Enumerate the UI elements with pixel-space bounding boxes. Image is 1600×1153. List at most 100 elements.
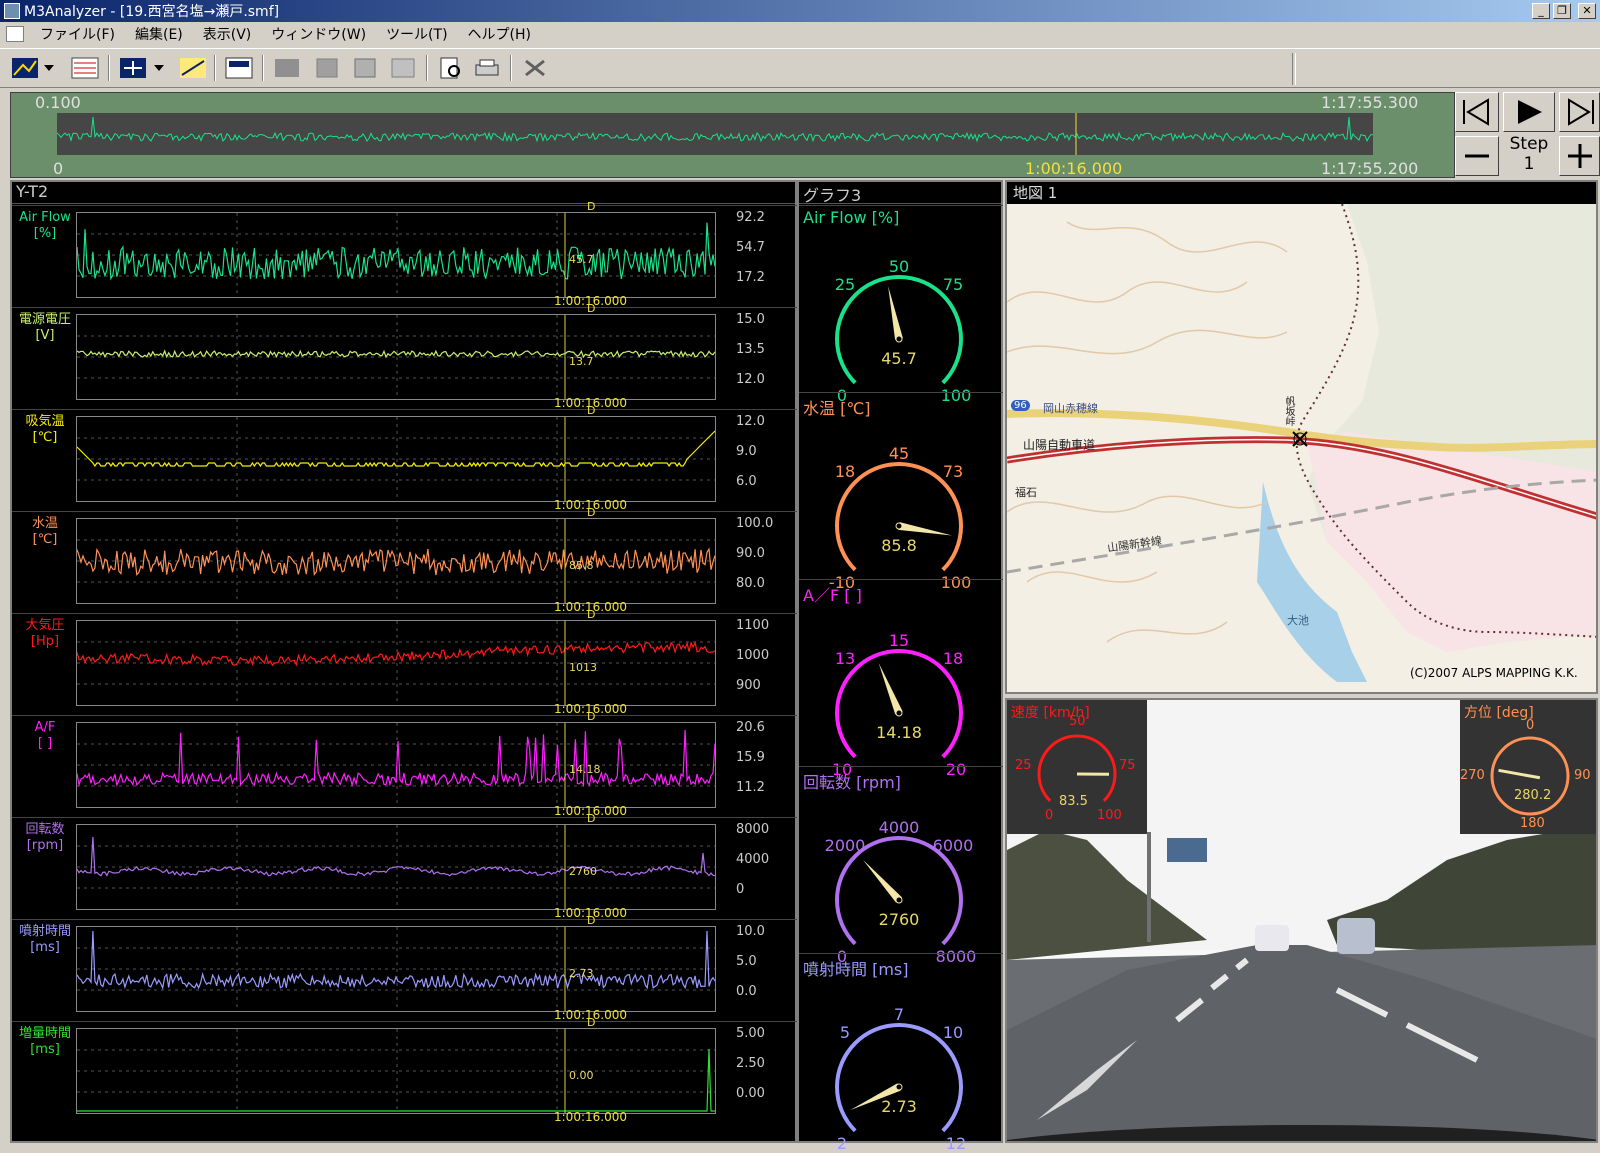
channel-name: 噴射時間: [18, 924, 71, 939]
channel-plot[interactable]: 0.00: [76, 1028, 716, 1114]
axis-tick-min: 11.2: [736, 780, 765, 795]
menu-edit[interactable]: 編集(E): [125, 24, 193, 44]
channel-trace: [77, 1048, 715, 1112]
yt-channel-row[interactable]: 吸気温 [℃] D 12.0 9.0 6.0 1:00:16.000: [12, 404, 799, 512]
magnifier-icon: [440, 57, 460, 79]
channel-trace-svg: [76, 417, 716, 501]
axis-tick-min: 17.2: [736, 270, 765, 285]
axis-tick-max: 1100: [736, 618, 770, 633]
gauge-hub: [895, 335, 903, 343]
yt-dropdown-button[interactable]: [40, 55, 58, 81]
timeline-overview-plot[interactable]: [57, 113, 1373, 155]
yt-channel-row[interactable]: 噴射時間 [ms] D 2.73 10.0 5.0 0.0 1:00:16.000: [12, 914, 799, 1022]
multi-graph-button[interactable]: [70, 55, 100, 81]
axis-tick-max: 100.0: [736, 516, 774, 531]
step-increase-button[interactable]: [1559, 136, 1600, 176]
timeline-current-time: 1:00:16.000: [1025, 159, 1123, 178]
speed-label-100: 100: [1097, 808, 1122, 823]
close-button[interactable]: ✕: [1578, 3, 1596, 19]
channel-trace-svg: 0.00: [77, 1029, 715, 1113]
channel-label: 吸気温 [℃]: [14, 414, 76, 446]
play-button[interactable]: [1503, 92, 1555, 132]
yt-channel-row[interactable]: 回転数 [rpm] D 2760 8000 4000 0 1:00:16.000: [12, 812, 799, 920]
preview-button[interactable]: [436, 55, 466, 81]
channel-name: Air Flow: [19, 210, 71, 225]
yt-channel-row[interactable]: 大気圧 [Hp] D 1013 1100 1000 900 1:00:16.000: [12, 608, 799, 716]
yt-graph-panel: Y-T2 Air Flow [%] D 45.7 92.2 54.7 17.2 1:00:16…: [10, 180, 799, 1143]
channel-trace-svg: 1013: [76, 621, 716, 705]
cursor-value: 0.00: [569, 1069, 594, 1082]
yt-channel-row[interactable]: 電源電圧 [V] D 13.7 15.0 13.5 12.0 1:00:16.000: [12, 302, 799, 410]
channel-label: 噴射時間 [ms]: [14, 924, 76, 956]
gauge-hub: [895, 1083, 903, 1091]
channel-trace: [76, 222, 716, 281]
yt-channel-row[interactable]: Air Flow [%] D 45.7 92.2 54.7 17.2 1:00:16.000: [12, 200, 799, 308]
channel-plot[interactable]: 2760: [76, 824, 716, 910]
menu-tools[interactable]: ツール(T): [376, 24, 457, 44]
app-icon: [4, 3, 20, 19]
map-label-pass: 帆坂峠: [1283, 396, 1294, 426]
menu-view[interactable]: 表示(V): [193, 24, 262, 44]
gauge-scale-label: 75: [942, 275, 964, 294]
toolbar-grip: [1292, 53, 1296, 85]
gauge-scale-label: 13: [834, 649, 856, 668]
xy-graph-button[interactable]: [118, 55, 148, 81]
step-value: 1: [1523, 154, 1535, 174]
channel-unit: [rpm]: [26, 838, 64, 853]
channel-plot[interactable]: 14.18: [76, 722, 716, 808]
document-icon[interactable]: [6, 26, 24, 42]
cursor-value: 45.7: [569, 253, 594, 266]
channel-trace-svg: 45.7: [76, 213, 716, 297]
menu-window[interactable]: ウィンドウ(W): [261, 24, 376, 44]
gray-tool-2-button[interactable]: [312, 55, 342, 81]
gauge-value: 2760: [878, 910, 920, 929]
map-panel[interactable]: 地図 1 96 岡山赤穂線 山陽自動車道 福石 山陽新幹線 大池 帆坂峠 (C)…: [1005, 180, 1598, 694]
map-label-expressway: 山陽自動車道: [1023, 438, 1096, 452]
menu-help[interactable]: ヘルプ(H): [458, 24, 541, 44]
restore-button[interactable]: ❐: [1553, 3, 1571, 19]
yt-channel-row[interactable]: A/F[ ] D 14.18 20.6 15.9 11.2 1:00:16.000: [12, 710, 799, 818]
meter-view-button[interactable]: [224, 55, 254, 81]
measure-button[interactable]: [178, 55, 208, 81]
channel-plot[interactable]: [76, 416, 716, 502]
gauge-value: 85.8: [881, 536, 917, 555]
menu-file[interactable]: ファイル(F): [30, 24, 125, 44]
minimize-button[interactable]: _: [1532, 3, 1550, 19]
dropdown-arrow-icon: [44, 65, 54, 71]
axis-tick-mid: 9.0: [736, 444, 757, 459]
channel-plot[interactable]: 2.73: [76, 926, 716, 1012]
map-label-station: 福石: [1015, 486, 1037, 499]
yt-graph-button[interactable]: [10, 55, 40, 81]
timeline-start-top: 0.100: [35, 93, 81, 112]
gauge-value: 14.18: [876, 723, 922, 742]
channel-unit: [%]: [33, 226, 57, 241]
cursor-time: 1:00:16.000: [554, 1110, 627, 1124]
map-label-route: 岡山赤穂線: [1043, 402, 1098, 415]
step-decrease-button[interactable]: [1455, 136, 1499, 176]
settings-button[interactable]: [520, 55, 550, 81]
channel-plot[interactable]: 1013: [76, 620, 716, 706]
axis-tick-max: 92.2: [736, 210, 765, 225]
toolbar-separator: [108, 55, 110, 81]
channel-plot[interactable]: 45.7: [76, 212, 716, 298]
cursor-value: 14.18: [569, 763, 601, 776]
channel-name: 大気圧: [25, 618, 65, 633]
channel-plot[interactable]: 85.8: [76, 518, 716, 604]
channel-unit: [V]: [35, 328, 55, 343]
channel-unit: [Hp]: [30, 634, 60, 649]
step-forward-button[interactable]: [1559, 92, 1600, 132]
graph3-panel: グラフ3 Air Flow [%] 0 25 50 75 100 45.7 水温 [℃] -10…: [797, 180, 1003, 1153]
gauge-scale-label: 10: [942, 1023, 964, 1042]
print-button[interactable]: [472, 55, 502, 81]
xy-dropdown-button[interactable]: [150, 55, 168, 81]
yt-channel-row[interactable]: 増量時間 [ms] D 0.00 5.00 2.50 0.00 1:00:16.000: [12, 1016, 799, 1124]
gray-tool-3-button[interactable]: [350, 55, 380, 81]
step-back-button[interactable]: [1455, 92, 1499, 132]
gray-tool-4-button[interactable]: [388, 55, 418, 81]
channel-plot[interactable]: 13.7: [76, 314, 716, 400]
gray-tool-1-button[interactable]: [272, 55, 302, 81]
channel-trace-svg: 85.8: [76, 519, 716, 603]
yt-channel-row[interactable]: 水温 [℃] D 85.8 100.0 90.0 80.0 1:00:16.000: [12, 506, 799, 614]
axis-tick-mid: 90.0: [736, 546, 765, 561]
gauge-needle: [888, 286, 903, 340]
